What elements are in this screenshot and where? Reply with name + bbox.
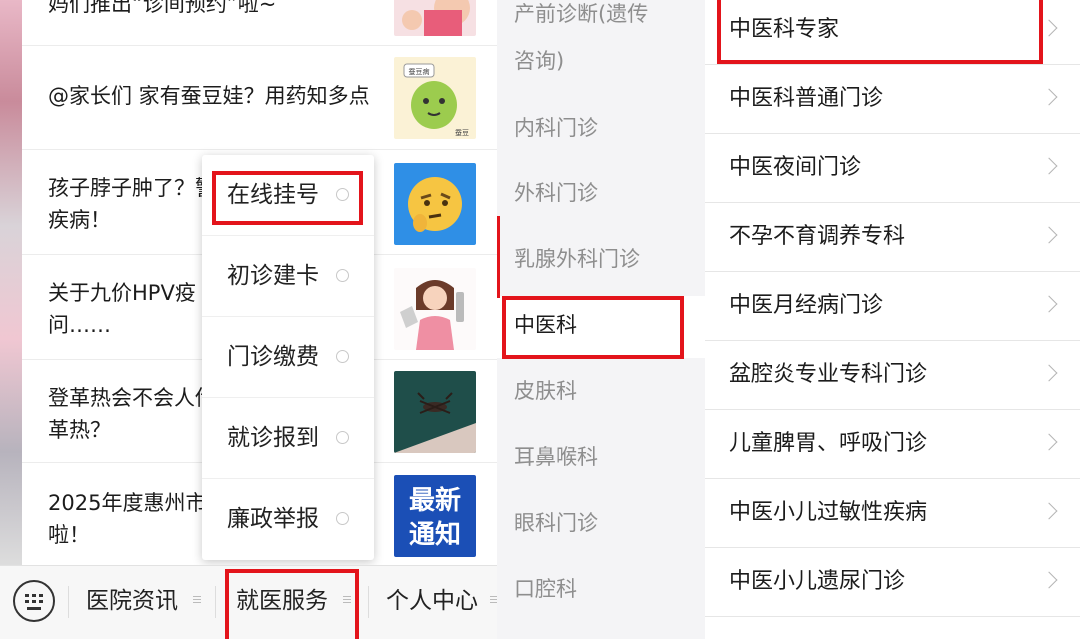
thumbnail-title-line1: 最新	[409, 485, 461, 516]
banner-image-edge	[0, 0, 22, 565]
department-label: 中医科	[514, 313, 577, 337]
department-label: 外科门诊	[514, 181, 598, 205]
clinic-label: 盆腔炎专业专科门诊	[729, 362, 928, 387]
thumbnail-tag-text: 蚕豆	[455, 129, 469, 137]
department-item-prenatal[interactable]: 产前诊断(遗传 咨询)	[497, 0, 705, 98]
department-item-surgery[interactable]: 外科门诊	[497, 164, 705, 230]
clinic-label: 儿童脾胃、呼吸门诊	[729, 431, 928, 456]
article-title: 妈们推出“诊间预约”啦~	[48, 0, 277, 16]
divider	[215, 586, 216, 618]
menu-arrow-icon	[336, 269, 349, 282]
chevron-right-icon	[1040, 88, 1058, 106]
clinic-item-menstrual[interactable]: 中医月经病门诊	[705, 272, 1080, 341]
article-thumbnail	[394, 268, 476, 350]
menu-item-label: 廉政举报	[227, 506, 319, 532]
clinic-item-tcm-expert[interactable]: 中医科专家	[705, 0, 1080, 65]
tab-medical-service[interactable]: 就医服务	[236, 584, 328, 618]
menu-lines-icon	[490, 596, 497, 605]
clinic-item-tcm-night[interactable]: 中医夜间门诊	[705, 134, 1080, 203]
tab-personal-center[interactable]: 个人中心	[386, 584, 478, 618]
clinic-item-child-digestive[interactable]: 儿童脾胃、呼吸门诊	[705, 410, 1080, 479]
menu-item-label: 门诊缴费	[227, 344, 319, 370]
menu-lines-icon	[343, 596, 351, 605]
chevron-right-icon	[1040, 571, 1058, 589]
article-thumbnail: 最新 通知	[394, 475, 476, 557]
chevron-right-icon	[1040, 502, 1058, 520]
article-thumbnail: 蚕豆病 蚕豆	[394, 57, 476, 139]
chevron-right-icon	[1040, 295, 1058, 313]
clinic-item-child-enuresis[interactable]: 中医小儿遗尿门诊	[705, 548, 1080, 617]
clinic-list: 中医科专家 中医科普通门诊 中医夜间门诊 不孕不育调养专科 中医月经病门诊 盆腔…	[705, 0, 1080, 639]
clinic-label: 中医小儿遗尿门诊	[729, 569, 906, 594]
clinic-item-pelvic[interactable]: 盆腔炎专业专科门诊	[705, 341, 1080, 410]
department-label: 内科门诊	[514, 116, 598, 140]
department-label: 眼科门诊	[514, 511, 598, 535]
menu-item-label: 初诊建卡	[227, 263, 319, 289]
menu-lines-icon	[193, 596, 201, 605]
chevron-right-icon	[1040, 433, 1058, 451]
chevron-right-icon	[1040, 364, 1058, 382]
department-item-ophthalmology[interactable]: 眼科门诊	[497, 490, 705, 556]
menu-item-label: 就诊报到	[227, 425, 319, 451]
article-item[interactable]: 妈们推出“诊间预约”啦~	[22, 0, 497, 46]
bottom-nav-bar: 医院资讯 就医服务 个人中心	[0, 565, 497, 639]
menu-item-integrity-report[interactable]: 廉政举报	[202, 479, 374, 560]
clinic-item-child-allergy[interactable]: 中医小儿过敏性疾病	[705, 479, 1080, 548]
clinic-label: 中医科专家	[729, 17, 840, 42]
department-item-internal-medicine[interactable]: 内科门诊	[497, 98, 705, 164]
article-thumbnail	[394, 0, 476, 36]
menu-arrow-icon	[336, 188, 349, 201]
article-title: @家长们 家有蚕豆娃？用药知多点	[48, 84, 370, 108]
clinic-item-infertility[interactable]: 不孕不育调养专科	[705, 203, 1080, 272]
divider	[368, 586, 369, 618]
department-item-dermatology[interactable]: 皮肤科	[497, 358, 705, 424]
department-label: 乳腺外科门诊	[514, 247, 640, 271]
article-thumbnail	[394, 371, 476, 453]
tab-hospital-news[interactable]: 医院资讯	[86, 584, 178, 618]
menu-item-online-registration[interactable]: 在线挂号	[202, 155, 374, 236]
article-thumbnail	[394, 163, 476, 245]
menu-arrow-icon	[336, 512, 349, 525]
menu-item-first-visit-card[interactable]: 初诊建卡	[202, 236, 374, 317]
department-label: 耳鼻喉科	[514, 445, 598, 469]
keyboard-icon[interactable]	[13, 580, 55, 622]
divider	[68, 586, 69, 618]
department-item-tcm[interactable]: 中医科	[497, 296, 705, 358]
department-label: 产前诊断(遗传	[514, 2, 649, 26]
menu-item-outpatient-payment[interactable]: 门诊缴费	[202, 317, 374, 398]
menu-item-check-in[interactable]: 就诊报到	[202, 398, 374, 479]
clinic-item-tcm-general[interactable]: 中医科普通门诊	[705, 65, 1080, 134]
article-feed-panel: 妈们推出“诊间预约”啦~ @家长们 家有蚕豆娃？用药知多点 蚕豆病 蚕豆 孩子脖…	[0, 0, 497, 639]
menu-item-label: 在线挂号	[227, 182, 319, 208]
service-popup-menu: 在线挂号 初诊建卡 门诊缴费 就诊报到 廉政举报	[202, 155, 374, 560]
clinic-label: 中医夜间门诊	[729, 155, 862, 180]
clinic-label: 不孕不育调养专科	[729, 224, 906, 249]
clinic-label: 中医月经病门诊	[729, 293, 884, 318]
department-label-line2: 咨询)	[514, 49, 565, 73]
thumbnail-title-line2: 通知	[409, 520, 461, 550]
article-item[interactable]: @家长们 家有蚕豆娃？用药知多点 蚕豆病 蚕豆	[22, 46, 497, 150]
department-sidebar: 产前诊断(遗传 咨询) 内科门诊 外科门诊 乳腺外科门诊 中医科 皮肤科 耳鼻喉…	[497, 0, 705, 639]
department-label: 口腔科	[514, 577, 577, 601]
active-indicator	[497, 216, 500, 298]
clinic-label: 中医小儿过敏性疾病	[729, 500, 928, 525]
menu-arrow-icon	[336, 431, 349, 444]
department-label: 皮肤科	[514, 379, 577, 403]
department-item-breast-surgery[interactable]: 乳腺外科门诊	[497, 230, 705, 296]
department-item-ent[interactable]: 耳鼻喉科	[497, 424, 705, 490]
chevron-right-icon	[1040, 226, 1058, 244]
clinic-label: 中医科普通门诊	[729, 86, 884, 111]
chevron-right-icon	[1040, 157, 1058, 175]
chevron-right-icon	[1040, 19, 1058, 37]
menu-arrow-icon	[336, 350, 349, 363]
department-item-stomatology[interactable]: 口腔科	[497, 556, 705, 622]
thumbnail-sign-text: 蚕豆病	[409, 67, 430, 76]
